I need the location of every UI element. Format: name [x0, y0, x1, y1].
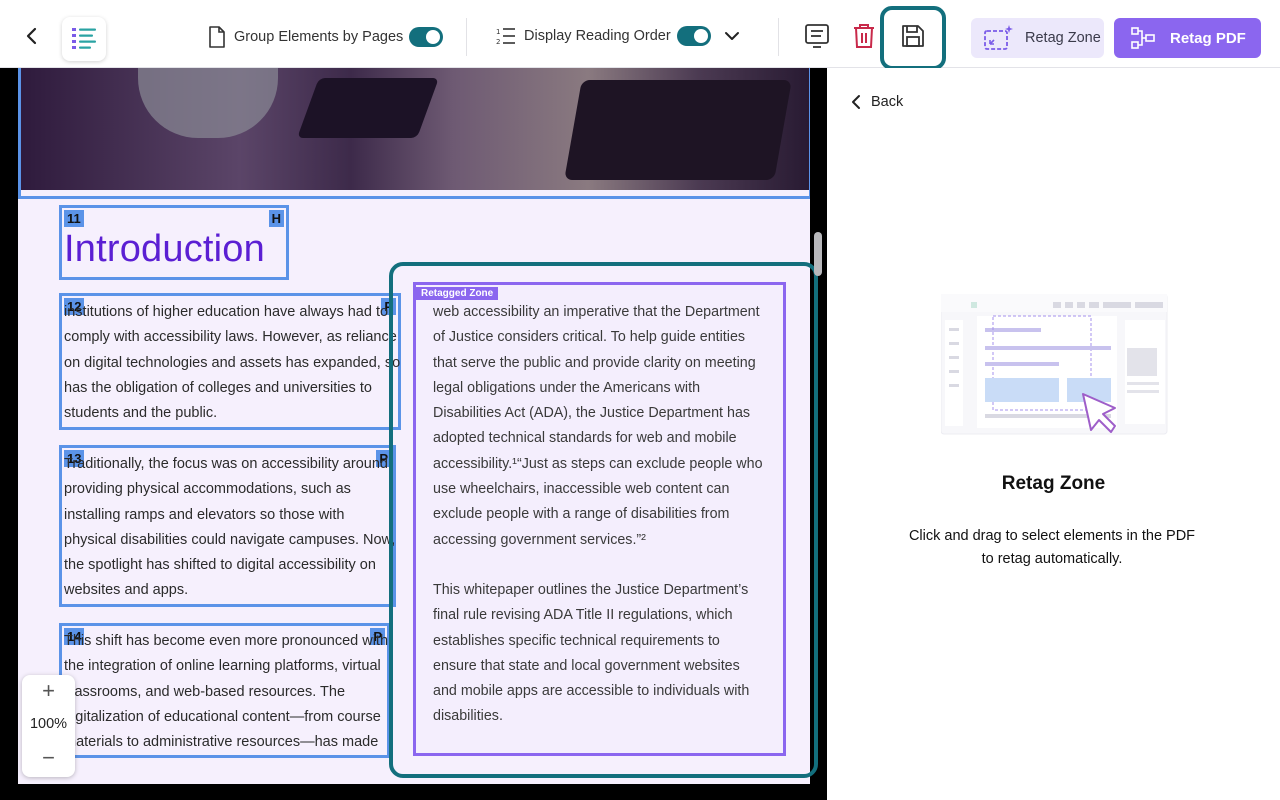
- group-elements-label: Group Elements by Pages: [234, 29, 404, 45]
- retagged-zone-highlight: [389, 262, 818, 778]
- ordered-list-icon: 1 2: [496, 28, 515, 46]
- trash-icon: [854, 24, 874, 48]
- save-button-highlight: [880, 6, 946, 70]
- zoom-in-button[interactable]: +: [22, 678, 75, 704]
- tag-type: H: [268, 210, 284, 227]
- page-icon: [209, 26, 225, 48]
- text-view-button[interactable]: [799, 18, 835, 54]
- back-label: Back: [871, 94, 904, 110]
- reading-order-label: Display Reading Order: [524, 28, 671, 44]
- svg-text:2: 2: [496, 38, 500, 46]
- retag-zone-button[interactable]: Retag Zone: [971, 18, 1104, 58]
- group-elements-toggle-group: Group Elements by Pages: [208, 26, 444, 48]
- chevron-left-icon: [852, 95, 860, 109]
- zoom-control: + 100% −: [22, 675, 75, 777]
- retag-zone-panel: Back Retag Zone Click and drag to select…: [827, 68, 1280, 800]
- group-elements-switch[interactable]: [409, 27, 444, 47]
- paragraph-text: This shift has become even more pronounc…: [64, 633, 389, 751]
- chevron-left-icon: [26, 27, 37, 45]
- panel-back-link[interactable]: Back: [849, 94, 903, 110]
- tag-list-icon: [72, 28, 96, 49]
- tags-panel-button[interactable]: [62, 17, 106, 61]
- more-options-dropdown[interactable]: [714, 18, 750, 54]
- paragraph-text: Traditionally, the focus was on accessib…: [64, 456, 396, 599]
- delete-button[interactable]: [846, 18, 882, 54]
- panel-title: Retag Zone: [1001, 473, 1106, 494]
- retag-pdf-label: Retag PDF: [1170, 29, 1246, 47]
- top-toolbar: Group Elements by Pages 1 2 Display Read…: [0, 0, 1280, 70]
- svg-text:1: 1: [496, 28, 500, 36]
- pdf-viewer[interactable]: 11 H Introduction 12 P institutions of h…: [0, 68, 827, 800]
- paragraph-text: institutions of higher education have al…: [64, 304, 401, 422]
- reading-order-switch[interactable]: [676, 26, 711, 46]
- reading-order-toggle-group: 1 2 Display Reading Order: [496, 26, 711, 46]
- page-heading: Introduction: [64, 228, 265, 270]
- zoom-out-button[interactable]: −: [22, 745, 75, 771]
- retag-zone-illustration: [941, 294, 1168, 435]
- tag-number: 11: [64, 210, 84, 227]
- toolbar-divider: [778, 18, 779, 56]
- back-button[interactable]: [20, 24, 44, 48]
- chevron-down-icon: [725, 32, 739, 40]
- zoom-level: 100%: [29, 716, 68, 732]
- figure-tag-box[interactable]: [18, 68, 810, 199]
- panel-description: Click and drag to select elements in the…: [908, 528, 1196, 567]
- text-panel-icon: [805, 24, 829, 48]
- retag-zone-label: Retag Zone: [1025, 30, 1101, 46]
- retag-pdf-icon: [1131, 27, 1155, 49]
- toolbar-divider: [466, 18, 467, 56]
- retag-pdf-button[interactable]: Retag PDF: [1114, 18, 1261, 58]
- viewer-scrollbar[interactable]: [814, 232, 822, 276]
- retag-zone-icon: [984, 25, 1013, 50]
